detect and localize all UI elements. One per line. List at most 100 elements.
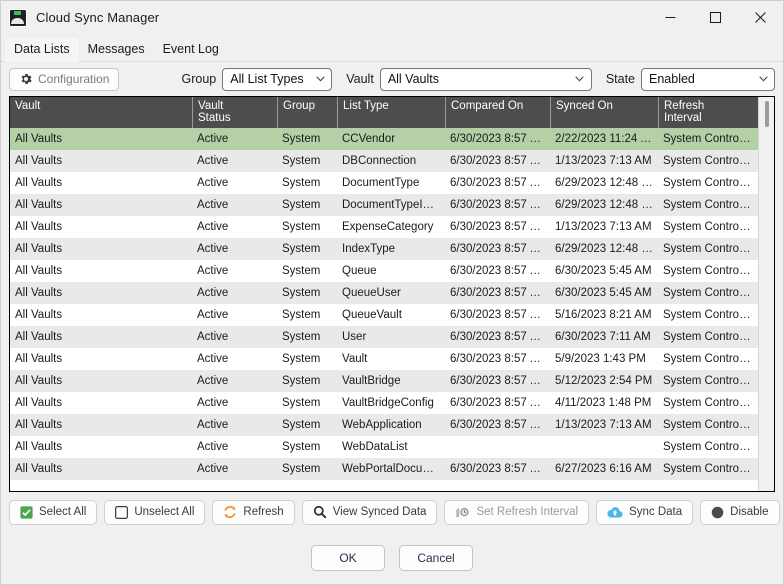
cell-group: System (282, 353, 321, 365)
grid-action-toolbar: Select All Unselect All Refresh View Synced… (1, 492, 783, 532)
cell-status: Active (197, 177, 229, 189)
chevron-down-icon (573, 76, 587, 82)
configuration-label: Configuration (38, 72, 110, 86)
cell-status: Active (197, 463, 229, 475)
cell-listtype: DocumentTypeInd... (342, 199, 445, 211)
grid-body[interactable]: All Vaults Active System CCVendor 6/30/2023 … (10, 128, 758, 491)
cell-vault: All Vaults (15, 155, 63, 167)
minimize-icon[interactable] (648, 1, 693, 34)
cancel-button[interactable]: Cancel (399, 545, 473, 571)
cell-status: Active (197, 441, 229, 453)
cell-compared: 6/30/2023 8:57 AM (450, 331, 547, 343)
action-label: Set Refresh Interval (476, 506, 579, 518)
checked-checkbox-icon (20, 505, 33, 519)
title-bar: Cloud Sync Manager (1, 1, 783, 34)
cell-status: Active (197, 133, 229, 145)
tab-event-log[interactable]: Event Log (154, 37, 228, 62)
cell-refresh: System Controlled (663, 463, 757, 475)
tab-messages[interactable]: Messages (79, 37, 154, 62)
column-header-group[interactable]: Group (277, 97, 337, 128)
cell-synced: 1/13/2023 7:13 AM (555, 419, 652, 431)
cell-status: Active (197, 243, 229, 255)
table-row[interactable]: All Vaults Active System ExpenseCategory 6/3… (10, 216, 758, 238)
cell-refresh: System Controlled (663, 287, 757, 299)
cell-refresh: System Controlled (663, 353, 757, 365)
cell-compared: 6/30/2023 8:57 AM (450, 287, 547, 299)
cell-vault: All Vaults (15, 419, 63, 431)
cell-synced: 6/30/2023 5:45 AM (555, 287, 652, 299)
sync-data-button[interactable]: Sync Data (596, 499, 694, 525)
table-row[interactable]: All Vaults Active System WebPortalDocument 6… (10, 458, 758, 480)
column-header-refresh-interval[interactable]: Refresh Interval (658, 97, 758, 128)
state-filter-value: Enabled (649, 72, 695, 86)
cell-listtype: WebDataList (342, 441, 408, 453)
cell-synced: 1/13/2023 7:13 AM (555, 221, 652, 233)
table-row[interactable]: All Vaults Active System WebApplication 6/30… (10, 414, 758, 436)
table-row[interactable]: All Vaults Active System DocumentTypeInd...… (10, 194, 758, 216)
maximize-icon[interactable] (693, 1, 738, 34)
grid-header-row: Vault Vault Status Group List Type Compa… (10, 97, 758, 128)
cell-synced: 5/12/2023 2:54 PM (555, 375, 653, 387)
column-header-list-type[interactable]: List Type (337, 97, 445, 128)
cell-refresh: System Controlled (663, 177, 757, 189)
gear-icon (19, 72, 33, 86)
column-header-compared-on[interactable]: Compared On (445, 97, 550, 128)
table-row[interactable]: All Vaults Active System Queue 6/30/2023 8:5… (10, 260, 758, 282)
cell-listtype: WebPortalDocument (342, 463, 445, 475)
cell-synced: 5/9/2023 1:43 PM (555, 353, 646, 365)
table-row[interactable]: All Vaults Active System VaultBridgeConfig 6… (10, 392, 758, 414)
cell-group: System (282, 331, 321, 343)
grid-scrollbar-thumb[interactable] (765, 101, 769, 127)
cell-refresh: System Controlled (663, 243, 757, 255)
cell-vault: All Vaults (15, 177, 63, 189)
table-row[interactable]: All Vaults Active System VaultBridge 6/30/20… (10, 370, 758, 392)
cell-synced: 6/29/2023 12:48 PM (555, 199, 658, 211)
table-row[interactable]: All Vaults Active System User 6/30/2023 8:57… (10, 326, 758, 348)
group-filter-select[interactable]: All List Types (222, 67, 333, 91)
cloud-sync-app-icon (9, 8, 27, 27)
cell-group: System (282, 397, 321, 409)
cell-listtype: VaultBridge (342, 375, 401, 387)
cell-status: Active (197, 353, 229, 365)
state-filter-label: State (605, 72, 635, 86)
cell-compared: 6/30/2023 8:57 AM (450, 463, 547, 475)
cell-group: System (282, 243, 321, 255)
cell-vault: All Vaults (15, 265, 63, 277)
action-label: Select All (39, 506, 87, 518)
table-row[interactable]: All Vaults Active System DBConnection 6/30/2… (10, 150, 758, 172)
cell-synced: 6/29/2023 12:48 PM (555, 177, 658, 189)
state-filter-select[interactable]: Enabled (641, 67, 775, 91)
table-row[interactable]: All Vaults Active System CCVendor 6/30/2023 … (10, 128, 758, 150)
cloud-sync-manager-window: Cloud Sync Manager Data Lists Messages E… (0, 0, 784, 585)
disable-button[interactable]: Disable (700, 499, 780, 525)
column-header-vault-status[interactable]: Vault Status (192, 97, 277, 128)
configuration-button[interactable]: Configuration (9, 67, 120, 91)
cell-status: Active (197, 331, 229, 343)
vault-filter-select[interactable]: All Vaults (379, 67, 592, 91)
unselect-all-button[interactable]: Unselect All (104, 499, 206, 525)
circle-icon (711, 506, 724, 519)
cell-compared: 6/30/2023 8:57 AM (450, 243, 547, 255)
cell-refresh: System Controlled (663, 419, 757, 431)
table-row[interactable]: All Vaults Active System WebDataList System … (10, 436, 758, 458)
cell-listtype: IndexType (342, 243, 396, 255)
table-row[interactable]: All Vaults Active System QueueUser 6/30/2023… (10, 282, 758, 304)
cell-compared: 6/30/2023 8:57 AM (450, 397, 547, 409)
column-header-vault[interactable]: Vault (10, 97, 192, 128)
view-synced-data-button[interactable]: View Synced Data (301, 499, 438, 525)
tab-data-lists[interactable]: Data Lists (5, 37, 79, 62)
action-label: View Synced Data (332, 506, 427, 518)
column-header-synced-on[interactable]: Synced On (550, 97, 658, 128)
data-lists-panel: Configuration Group All List Types Vault… (1, 62, 783, 584)
group-filter-value: All List Types (230, 72, 304, 86)
table-row[interactable]: All Vaults Active System DocumentType 6/30/2… (10, 172, 758, 194)
close-icon[interactable] (738, 1, 783, 34)
table-row[interactable]: All Vaults Active System QueueVault 6/30/202… (10, 304, 758, 326)
cell-compared: 6/30/2023 8:57 AM (450, 177, 547, 189)
table-row[interactable]: All Vaults Active System Vault 6/30/2023 8:5… (10, 348, 758, 370)
refresh-button[interactable]: Refresh (212, 499, 295, 525)
ok-button[interactable]: OK (311, 545, 385, 571)
table-row[interactable]: All Vaults Active System IndexType 6/30/2023… (10, 238, 758, 260)
grid-vertical-scrollbar[interactable] (758, 97, 774, 491)
select-all-button[interactable]: Select All (9, 499, 98, 525)
